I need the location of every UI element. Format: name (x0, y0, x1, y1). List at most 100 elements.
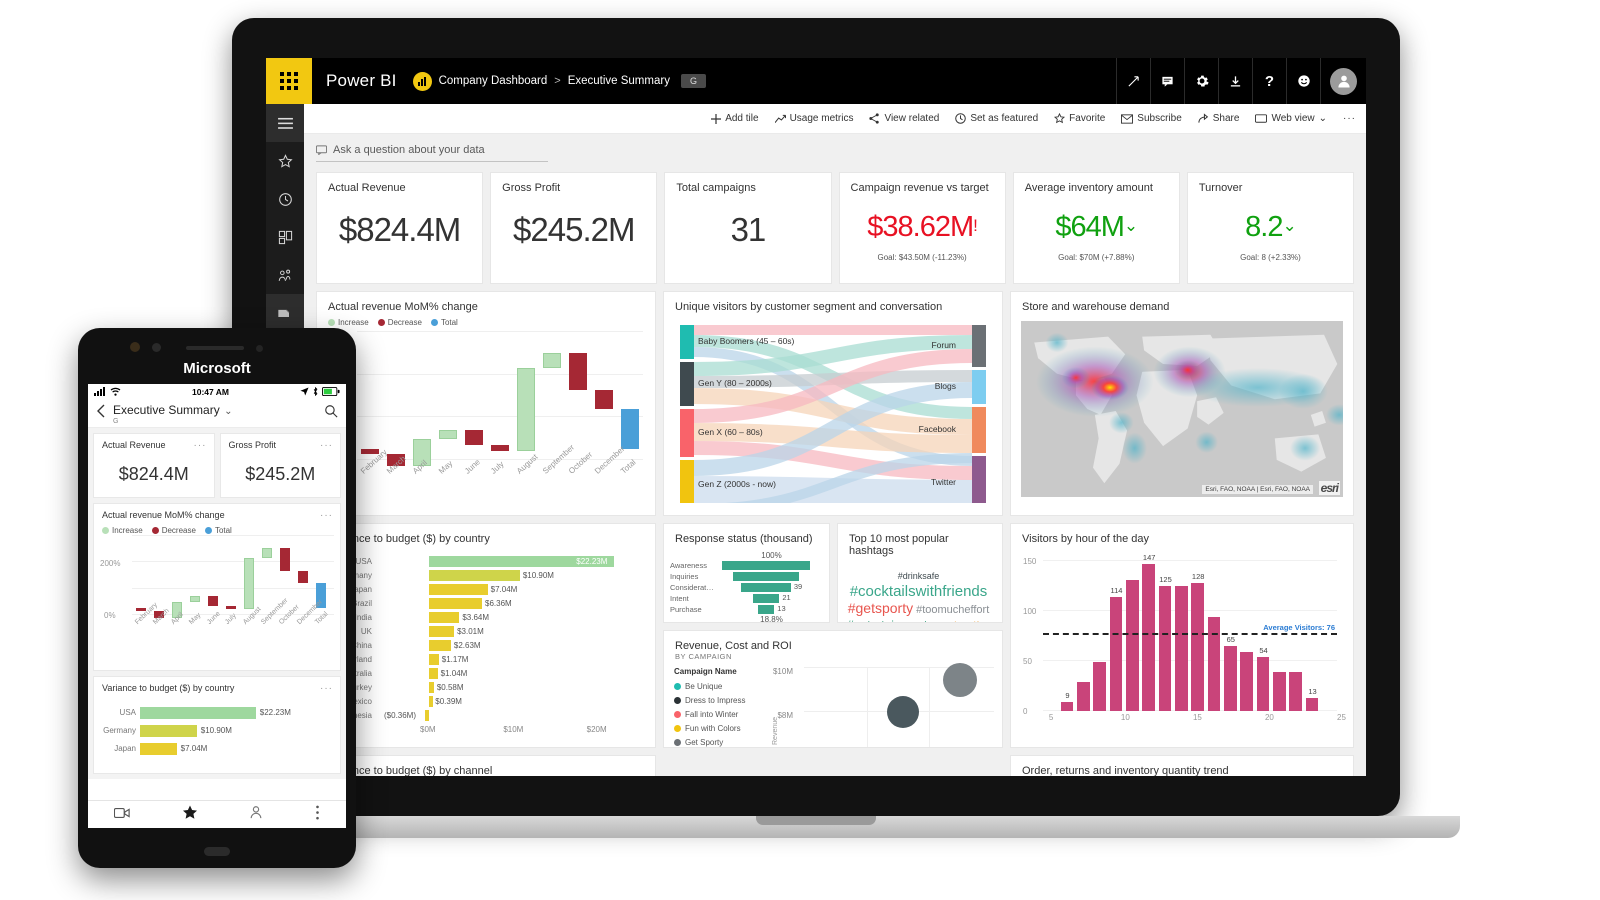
waterfall-bar[interactable] (465, 429, 483, 446)
funnel-bar[interactable] (741, 583, 791, 592)
sankey-target-node[interactable] (972, 325, 986, 367)
waterfall-bar[interactable] (569, 352, 587, 390)
table-row[interactable]: Indonesia($0.36M) (321, 709, 647, 722)
histogram-bar[interactable] (1109, 597, 1123, 711)
bar[interactable] (429, 654, 439, 665)
waterfall-bar[interactable] (439, 429, 457, 439)
tile-menu-icon[interactable]: ··· (320, 510, 333, 521)
table-row[interactable]: UK $3.01M (321, 625, 647, 638)
hashtag[interactable]: #drinksafe (898, 571, 940, 581)
sankey-source-node[interactable] (680, 362, 694, 406)
waterfall-bar[interactable] (244, 557, 254, 609)
legend-item[interactable]: Be Unique (674, 679, 770, 693)
tile-hashtags[interactable]: Top 10 most popular hashtags #drinksafe #… (837, 523, 1003, 623)
funnel-bar[interactable] (757, 605, 775, 614)
hashtag[interactable]: #entertainment (847, 618, 927, 622)
funnel-bar[interactable] (732, 572, 800, 581)
legend-item[interactable]: Fun with Colors (674, 721, 770, 735)
kpi-card-total-campaigns[interactable]: Total campaigns 31 (664, 172, 832, 284)
bar[interactable] (429, 640, 451, 651)
hashtag[interactable]: #weekendfun (930, 621, 990, 623)
list-item[interactable]: Intent 21 (670, 593, 821, 604)
scatter-bubble[interactable] (886, 695, 919, 728)
bar[interactable] (140, 724, 197, 737)
histogram-bar[interactable] (1093, 662, 1106, 711)
histogram-bar[interactable] (1207, 617, 1221, 711)
waterfall-bar[interactable] (208, 596, 218, 606)
usage-metrics-button[interactable]: Usage metrics (774, 113, 853, 124)
histogram-bar[interactable] (1076, 682, 1090, 711)
scatter-bubble[interactable] (942, 663, 977, 698)
funnel-bar[interactable] (752, 594, 780, 603)
phone-tile-waterfall[interactable]: Actual revenue MoM% change ··· Increase … (93, 503, 341, 671)
legend-item[interactable]: Get Sporty (674, 735, 770, 747)
hashtag[interactable]: #cocktailswithfriends (850, 583, 988, 600)
sankey-target-node[interactable] (972, 370, 986, 404)
bar[interactable] (429, 570, 520, 581)
kpi-card-campaign-revenue-vs-target[interactable]: Campaign revenue vs target $38.62M! Goal… (838, 172, 1006, 284)
histogram-bar[interactable] (1289, 672, 1302, 711)
sankey-source-node[interactable] (680, 460, 694, 510)
subscribe-button[interactable]: Subscribe (1121, 113, 1182, 124)
help-icon[interactable]: ? (1252, 58, 1286, 104)
add-tile-button[interactable]: Add tile (711, 113, 759, 124)
waterfall-bar[interactable] (621, 408, 639, 449)
table-row[interactable]: Japan $7.04M (321, 583, 647, 596)
breadcrumb-dashboard[interactable]: Company Dashboard (439, 75, 548, 87)
web-view-button[interactable]: Web view ⌄ (1255, 113, 1327, 124)
table-row[interactable]: Mexico $0.39M (321, 695, 647, 708)
bar[interactable] (429, 696, 433, 707)
tile-response-status[interactable]: Response status (thousand) 100% Awarenes… (663, 523, 830, 623)
table-row[interactable]: Switzerland$1.17M (321, 653, 647, 666)
search-icon[interactable] (324, 404, 338, 423)
phone-tile-variance[interactable]: Variance to budget ($) by country ··· US… (93, 676, 341, 774)
histogram-bar[interactable] (1125, 580, 1139, 711)
map-canvas[interactable]: Esri, FAO, NOAA | Esri, FAO, NOAA esri (1021, 321, 1343, 497)
hashtag[interactable]: #toomucheffort (916, 604, 989, 616)
bar[interactable] (429, 668, 438, 679)
tab-favorites[interactable] (182, 805, 198, 825)
histogram-bar[interactable] (1240, 652, 1253, 711)
kpi-card-turnover[interactable]: Turnover 8.2⌄ Goal: 8 (+2.33%) (1186, 172, 1355, 284)
sankey-target-node[interactable] (972, 407, 986, 453)
legend-item[interactable]: Dress to Impress (674, 693, 770, 707)
table-row[interactable]: USA $22.23M (321, 555, 647, 568)
tab-more[interactable] (315, 805, 320, 825)
table-row[interactable]: Germany$10.90M (96, 723, 334, 738)
share-button[interactable]: Share (1198, 113, 1239, 124)
table-row[interactable]: India $3.64M (321, 611, 647, 624)
table-row[interactable]: Germany$10.90M (321, 569, 647, 582)
tab-profile[interactable] (249, 805, 263, 824)
tile-menu-icon[interactable]: ··· (320, 683, 333, 694)
nav-hamburger-icon[interactable] (266, 104, 304, 142)
histogram-bar[interactable] (1142, 564, 1155, 711)
tile-visitors-by-hour[interactable]: Visitors by hour of the day 0 50 100 150 9 11… (1010, 523, 1354, 748)
sankey-target-node[interactable] (972, 456, 986, 510)
download-icon[interactable] (1218, 58, 1252, 104)
notification-icon[interactable] (1150, 58, 1184, 104)
list-item[interactable]: Inquiries (670, 571, 821, 582)
bar[interactable] (429, 682, 434, 693)
phone-page-title[interactable]: Executive Summary (113, 403, 220, 417)
histogram-bar[interactable] (1158, 586, 1172, 711)
tile-menu-icon[interactable]: ··· (194, 440, 207, 451)
waterfall-bar[interactable] (298, 571, 308, 584)
phone-kpi-gross-profit[interactable]: Gross Profit ··· $245.2M (219, 433, 341, 498)
breadcrumb-page[interactable]: Executive Summary (568, 75, 670, 87)
expand-icon[interactable] (1116, 58, 1150, 104)
histogram-bar[interactable] (1305, 698, 1319, 711)
tile-order-trend[interactable]: Order, returns and inventory quantity tr… (1010, 755, 1354, 776)
histogram-bar[interactable] (1223, 646, 1237, 711)
tile-menu-icon[interactable]: ··· (320, 440, 333, 451)
tile-variance-channel[interactable]: Variance to budget ($) by channel (316, 755, 656, 776)
bar[interactable] (140, 742, 177, 755)
legend-item[interactable]: Fall into Winter (674, 707, 770, 721)
tile-revenue-cost-roi[interactable]: Revenue, Cost and ROI BY CAMPAIGN Campai… (663, 630, 1003, 748)
histogram-bar[interactable] (1191, 583, 1204, 711)
more-options-button[interactable]: ··· (1343, 113, 1356, 124)
kpi-card-average-inventory-amount[interactable]: Average inventory amount $64M⌄ Goal: $70… (1012, 172, 1180, 284)
sidebar-item-favorites[interactable] (266, 142, 304, 180)
favorite-button[interactable]: Favorite (1054, 113, 1105, 124)
view-related-button[interactable]: View related (869, 113, 939, 124)
sidebar-item-workspaces[interactable] (266, 294, 304, 332)
